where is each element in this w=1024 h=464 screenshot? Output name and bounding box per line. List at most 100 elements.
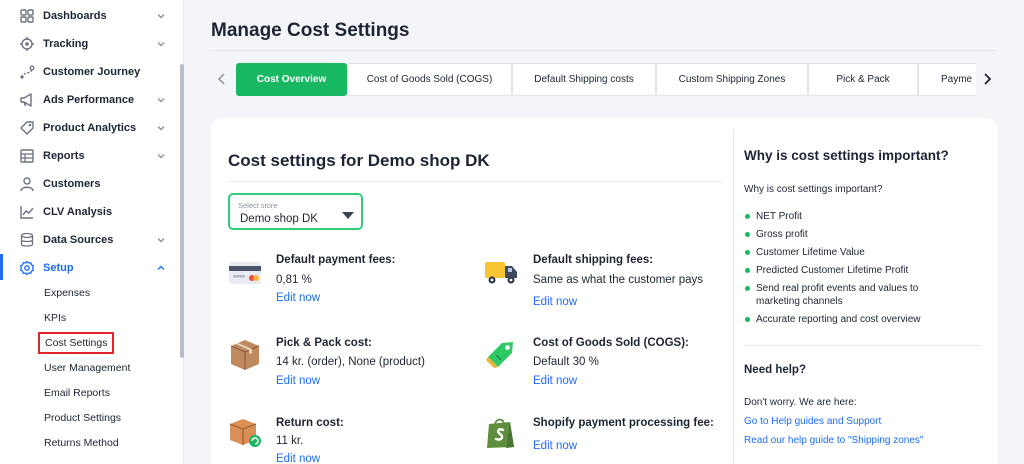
bullet-dot <box>745 317 750 322</box>
chevron-down-icon[interactable] <box>155 38 167 50</box>
ads-performance-icon <box>19 92 35 108</box>
bullet-dot <box>745 268 750 273</box>
list-item: Send real profit events and values to ma… <box>744 282 954 308</box>
divider <box>744 345 982 346</box>
tab-payment[interactable]: Payme <box>918 63 976 96</box>
chevron-down-icon[interactable] <box>155 234 167 246</box>
help-panel-title: Why is cost settings important? <box>744 148 949 163</box>
edit-shopify-fee-link[interactable]: Edit now <box>533 440 577 452</box>
payment-fees-title: Default payment fees: <box>276 254 396 266</box>
tab-cost-overview[interactable]: Cost Overview <box>236 63 347 96</box>
tracking-icon <box>19 36 35 52</box>
shopify-fee-title: Shopify payment processing fee: <box>533 417 714 429</box>
caret-down-icon <box>342 212 354 219</box>
price-tag-icon <box>484 337 518 371</box>
return-package-icon <box>228 414 262 448</box>
tab-pick-and-pack[interactable]: Pick & Pack <box>808 63 918 96</box>
sidebar-subitem-returns-method[interactable]: Returns Method <box>44 437 119 449</box>
edit-cogs-link[interactable]: Edit now <box>533 375 577 387</box>
return-cost-value: 11 kr. <box>276 435 304 447</box>
bullet-dot <box>745 250 750 255</box>
sidebar-item-tracking[interactable]: Tracking <box>0 30 180 58</box>
list-item-text: Accurate reporting and cost overview <box>756 314 921 325</box>
sidebar: Dashboards Tracking Customer Journey Ads… <box>0 0 184 464</box>
list-item: Predicted Customer Lifetime Profit <box>744 264 994 277</box>
edit-shipping-fees-link[interactable]: Edit now <box>533 296 577 308</box>
reports-icon <box>19 148 35 164</box>
sidebar-subitem-user-management[interactable]: User Management <box>44 362 130 374</box>
sidebar-item-label: Reports <box>43 150 85 162</box>
sidebar-subitem-email-reports[interactable]: Email Reports <box>44 387 110 399</box>
tab-default-shipping-costs[interactable]: Default Shipping costs <box>512 63 656 96</box>
tabs-scroll-right-icon[interactable] <box>979 70 995 88</box>
customer-journey-icon <box>19 64 35 80</box>
sidebar-scrollbar[interactable] <box>180 64 184 358</box>
store-select[interactable]: Select store Demo shop DK <box>228 193 363 230</box>
sidebar-item-label: Ads Performance <box>43 94 135 106</box>
sidebar-item-product-analytics[interactable]: Product Analytics <box>0 114 180 142</box>
sidebar-item-label: CLV Analysis <box>43 206 113 218</box>
cogs-value: Default 30 % <box>533 356 599 368</box>
sidebar-item-ads-performance[interactable]: Ads Performance <box>0 86 180 114</box>
card-title: Cost settings for Demo shop DK <box>228 151 490 170</box>
sidebar-subitem-product-settings[interactable]: Product Settings <box>44 412 121 424</box>
edit-payment-fees-link[interactable]: Edit now <box>276 292 320 304</box>
bullet-dot <box>745 214 750 219</box>
sidebar-item-customer-journey[interactable]: Customer Journey <box>0 58 180 86</box>
divider <box>211 50 996 51</box>
store-select-value: Demo shop DK <box>240 213 318 225</box>
tab-cogs[interactable]: Cost of Goods Sold (COGS) <box>347 63 512 96</box>
divider <box>228 181 722 182</box>
sidebar-item-customers[interactable]: Customers <box>0 170 180 198</box>
list-item: Accurate reporting and cost overview <box>744 313 994 326</box>
list-item-text: Customer Lifetime Value <box>756 247 865 258</box>
product-analytics-icon <box>19 120 35 136</box>
chevron-down-icon[interactable] <box>155 122 167 134</box>
sidebar-item-label: Dashboards <box>43 10 107 22</box>
help-guides-link[interactable]: Go to Help guides and Support <box>744 416 881 427</box>
sidebar-subitem-kpis[interactable]: KPIs <box>44 312 66 324</box>
shipping-fees-value: Same as what the customer pays <box>533 274 704 286</box>
list-item: Customer Lifetime Value <box>744 246 994 259</box>
chevron-down-icon[interactable] <box>155 94 167 106</box>
data-sources-icon <box>19 232 35 248</box>
bullet-dot <box>745 286 750 291</box>
cogs-title: Cost of Goods Sold (COGS): <box>533 337 689 349</box>
tab-custom-shipping-zones[interactable]: Custom Shipping Zones <box>656 63 808 96</box>
page-title: Manage Cost Settings <box>211 20 410 41</box>
store-select-caption: Select store <box>238 201 278 210</box>
return-cost-title: Return cost: <box>276 417 344 429</box>
tabs-scroll-left-icon[interactable] <box>214 70 230 88</box>
edit-pick-pack-link[interactable]: Edit now <box>276 375 320 387</box>
sidebar-item-label: Customers <box>43 178 101 190</box>
delivery-truck-icon <box>484 254 518 288</box>
dashboards-icon <box>19 8 35 24</box>
need-help-text: Don't worry. We are here: <box>744 397 857 408</box>
setup-gear-icon <box>19 260 35 276</box>
payment-fees-value: 0,81 % <box>276 274 312 286</box>
bullet-dot <box>745 232 750 237</box>
chevron-down-icon[interactable] <box>155 150 167 162</box>
benefits-list: NET Profit Gross profit Customer Lifetim… <box>744 210 994 331</box>
sidebar-subitem-expenses[interactable]: Expenses <box>44 287 90 299</box>
help-panel-subtitle: Why is cost settings important? <box>744 184 883 195</box>
pick-pack-title: Pick & Pack cost: <box>276 337 372 349</box>
edit-return-cost-link[interactable]: Edit now <box>276 453 320 464</box>
pick-pack-value: 14 kr. (order), None (product) <box>276 356 425 368</box>
chevron-down-icon[interactable] <box>155 10 167 22</box>
sidebar-item-data-sources[interactable]: Data Sources <box>0 226 180 254</box>
payment-card-icon <box>228 256 262 290</box>
list-item-text: Send real profit events and values to ma… <box>756 283 919 307</box>
sidebar-item-dashboards[interactable]: Dashboards <box>0 2 180 30</box>
sidebar-item-clv-analysis[interactable]: CLV Analysis <box>0 198 180 226</box>
chevron-up-icon[interactable] <box>155 262 167 274</box>
sidebar-subitem-cost-settings[interactable]: Cost Settings <box>38 332 115 354</box>
clv-analysis-icon <box>19 204 35 220</box>
sidebar-item-label: Product Analytics <box>43 122 137 134</box>
shipping-zones-guide-link[interactable]: Read our help guide to "Shipping zones" <box>744 435 923 446</box>
package-box-icon <box>228 337 262 371</box>
sidebar-item-reports[interactable]: Reports <box>0 142 180 170</box>
sidebar-item-setup[interactable]: Setup <box>0 254 180 282</box>
tab-bar: Cost Overview Cost of Goods Sold (COGS) … <box>236 63 976 96</box>
sidebar-item-label: Tracking <box>43 38 89 50</box>
